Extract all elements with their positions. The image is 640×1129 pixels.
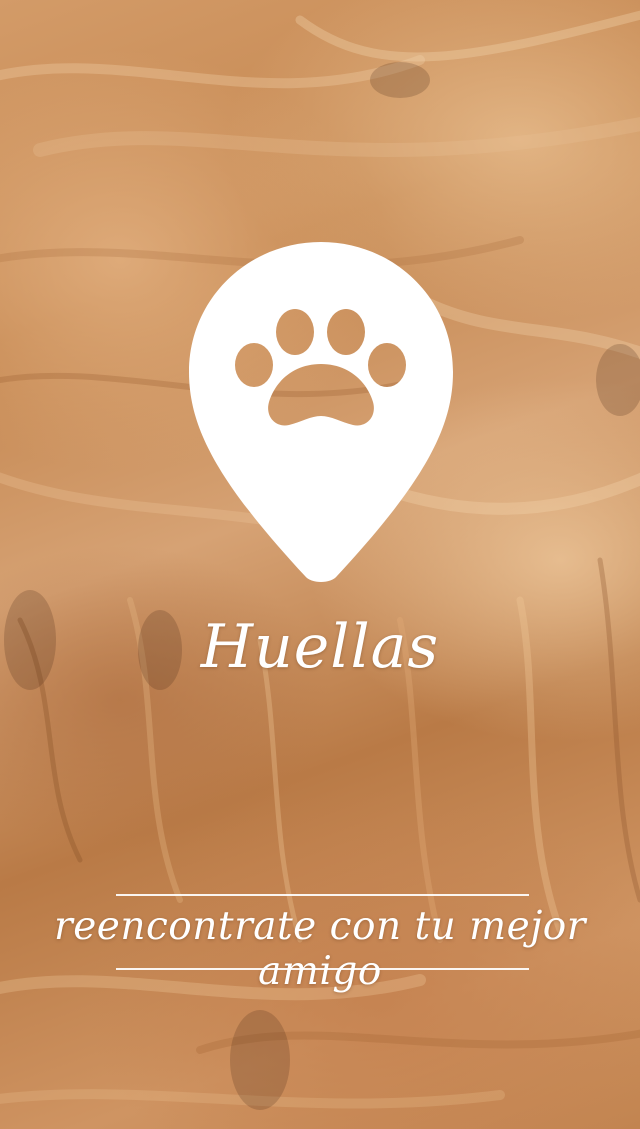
divider-top bbox=[116, 894, 529, 896]
app-tagline: reencontrate con tu mejor amigo bbox=[54, 904, 586, 994]
divider-bottom bbox=[116, 968, 529, 970]
logo bbox=[189, 242, 453, 588]
app-title: Huellas bbox=[200, 612, 440, 682]
paw-location-pin-icon bbox=[189, 242, 453, 582]
